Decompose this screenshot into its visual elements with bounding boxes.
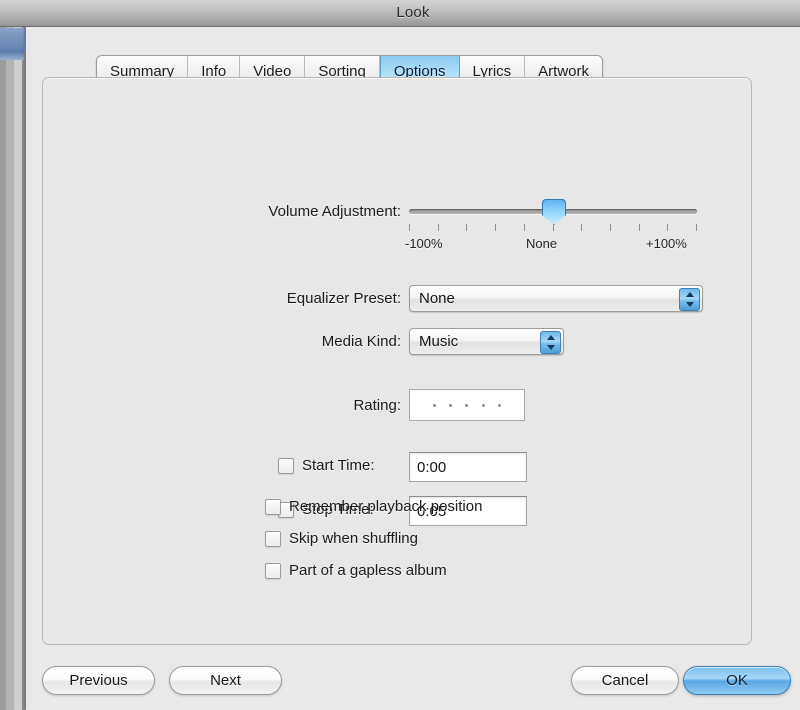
slider-tick [696,224,697,231]
equalizer-stepper-icon[interactable] [679,288,700,311]
track-info-dialog: Look Summary Info Video Sorting Options … [26,0,800,710]
chevron-up-icon [686,292,694,297]
media-kind-value: Music [410,333,458,350]
slider-tick [409,224,410,231]
equalizer-preset-value: None [410,290,455,307]
volume-adjustment-slider[interactable] [409,205,697,217]
media-kind-stepper-icon[interactable] [540,331,561,354]
rating-star-empty[interactable] [465,404,468,407]
equalizer-preset-select[interactable]: None [409,285,703,312]
slider-tick [610,224,611,231]
slider-tick-marks [409,224,697,232]
rating-star-empty[interactable] [498,404,501,407]
slider-tick [524,224,525,231]
slider-min-label: -100% [405,236,443,251]
skip-shuffling-label: Skip when shuffling [289,530,418,547]
background-window-edge-lower [0,52,24,60]
chevron-down-icon [547,345,555,350]
slider-max-label: +100% [646,236,687,251]
media-kind-label: Media Kind: [221,333,401,350]
background-window-edge[interactable] [0,28,25,52]
chevron-down-icon [686,302,694,307]
media-kind-select[interactable]: Music [409,328,564,355]
equalizer-preset-label: Equalizer Preset: [221,290,401,307]
ok-button[interactable]: OK [683,666,791,695]
previous-button[interactable]: Previous [42,666,155,695]
chevron-up-icon [547,335,555,340]
start-time-checkbox[interactable] [278,458,294,474]
remember-playback-checkbox[interactable] [265,499,281,515]
rating-star-empty[interactable] [482,404,485,407]
cancel-button[interactable]: Cancel [571,666,679,695]
slider-tick [581,224,582,231]
rating-label: Rating: [221,397,401,414]
start-time-input[interactable]: 0:00 [409,452,527,482]
gapless-album-checkbox[interactable] [265,563,281,579]
remember-playback-label: Remember playback position [289,498,482,515]
window-titlebar[interactable]: Look [0,0,800,27]
rating-star-empty[interactable] [433,404,436,407]
window-body: Summary Info Video Sorting Options Lyric… [26,27,800,710]
rating-star-empty[interactable] [449,404,452,407]
start-time-label: Start Time: [302,457,375,474]
slider-thumb[interactable] [542,199,566,225]
slider-tick [466,224,467,231]
start-time-value: 0:00 [410,459,446,476]
slider-tick [495,224,496,231]
window-title: Look [0,0,800,26]
next-button[interactable]: Next [169,666,282,695]
slider-tick-labels: -100% None +100% [393,236,713,254]
skip-shuffling-row[interactable]: Skip when shuffling [265,530,418,547]
volume-adjustment-label: Volume Adjustment: [221,203,401,220]
skip-shuffling-checkbox[interactable] [265,531,281,547]
screenshot-root: Look Summary Info Video Sorting Options … [0,0,800,710]
slider-tick [553,224,554,231]
gapless-album-label: Part of a gapless album [289,562,447,579]
options-panel: Volume Adjustment: -100% None +100% Equa… [42,77,752,645]
slider-tick [438,224,439,231]
remember-playback-row[interactable]: Remember playback position [265,498,482,515]
rating-stars-input[interactable] [409,389,525,421]
slider-tick [639,224,640,231]
gapless-album-row[interactable]: Part of a gapless album [265,562,447,579]
start-time-row: Start Time: [278,457,375,474]
slider-mid-label: None [526,236,557,251]
slider-tick [667,224,668,231]
